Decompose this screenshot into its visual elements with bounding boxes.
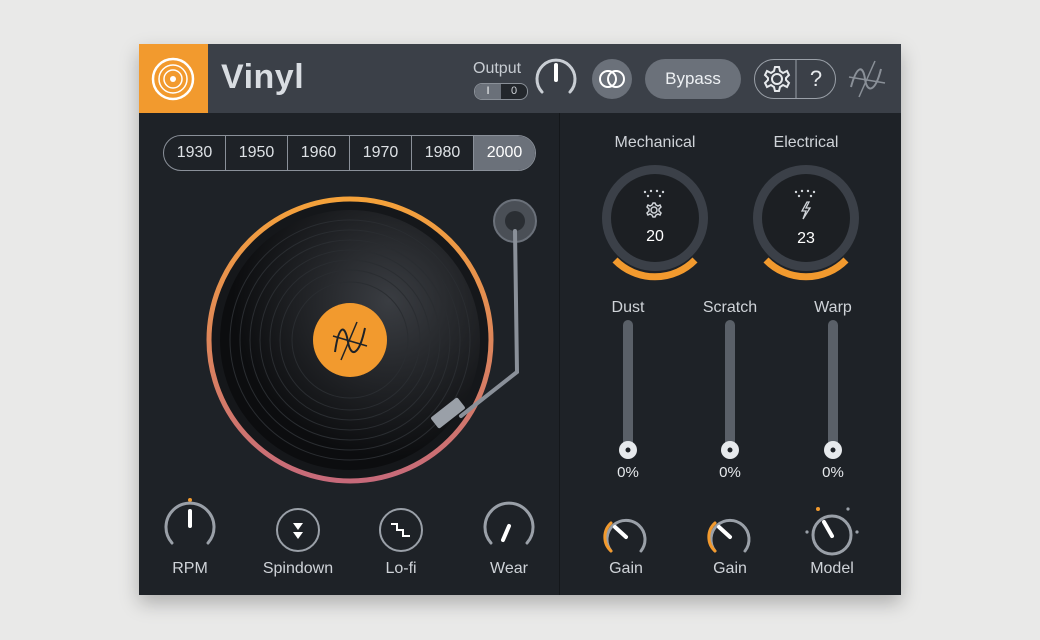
electrical-knob[interactable] bbox=[750, 162, 862, 281]
izotope-logo-icon bbox=[848, 60, 886, 98]
era-1980[interactable]: 1980 bbox=[412, 136, 474, 170]
vinyl-plugin-window: Vinyl Output I 0 Bypass ? 1930 1950 1960… bbox=[139, 44, 901, 595]
electrical-label: Electrical bbox=[773, 134, 839, 151]
era-1950[interactable]: 1950 bbox=[226, 136, 288, 170]
mechanical-label: Mechanical bbox=[614, 134, 696, 151]
output-label: Output bbox=[473, 60, 522, 77]
era-2000[interactable]: 2000 bbox=[474, 136, 535, 170]
dust-slider[interactable] bbox=[618, 320, 638, 460]
dust-label: Dust bbox=[611, 299, 645, 316]
wear-knob[interactable] bbox=[479, 495, 539, 555]
era-1960[interactable]: 1960 bbox=[288, 136, 350, 170]
group-divider bbox=[795, 59, 797, 99]
mechanical-gain-label: Gain bbox=[609, 560, 643, 577]
lofi-label: Lo-fi bbox=[385, 560, 417, 577]
header-bar: Vinyl Output I 0 Bypass ? bbox=[139, 44, 901, 113]
section-divider bbox=[559, 113, 560, 595]
mechanical-value: 20 bbox=[646, 228, 664, 245]
electrical-value: 23 bbox=[797, 230, 815, 247]
output-off-option[interactable]: 0 bbox=[501, 84, 527, 99]
stereo-link-button[interactable] bbox=[592, 59, 632, 99]
bypass-button[interactable]: Bypass bbox=[645, 59, 741, 99]
scratch-label: Scratch bbox=[702, 299, 758, 316]
spindown-label: Spindown bbox=[262, 560, 334, 577]
era-1970[interactable]: 1970 bbox=[350, 136, 412, 170]
warp-value: 0% bbox=[822, 464, 844, 481]
output-knob[interactable] bbox=[534, 58, 578, 102]
warp-slider[interactable] bbox=[823, 320, 843, 460]
vinyl-logo bbox=[139, 44, 208, 113]
era-selector: 1930 1950 1960 1970 1980 2000 bbox=[163, 135, 536, 171]
wear-label: Wear bbox=[490, 560, 528, 577]
vinyl-record[interactable] bbox=[206, 196, 494, 484]
help-button[interactable]: ? bbox=[801, 66, 831, 92]
scratch-slider[interactable] bbox=[720, 320, 740, 460]
output-mute-switch[interactable]: I 0 bbox=[474, 83, 528, 100]
rpm-label: RPM bbox=[172, 560, 208, 577]
mechanical-knob[interactable] bbox=[599, 162, 711, 281]
era-1930[interactable]: 1930 bbox=[164, 136, 226, 170]
record-logo-icon bbox=[151, 57, 195, 101]
model-knob[interactable] bbox=[802, 505, 862, 561]
scratch-value: 0% bbox=[719, 464, 741, 481]
rpm-knob[interactable] bbox=[160, 495, 220, 555]
model-label: Model bbox=[810, 560, 854, 577]
mechanical-gain-knob[interactable] bbox=[601, 511, 651, 561]
lofi-button[interactable] bbox=[378, 507, 424, 553]
turntable bbox=[206, 196, 537, 484]
warp-label: Warp bbox=[814, 299, 852, 316]
electrical-gain-knob[interactable] bbox=[705, 511, 755, 561]
dust-value: 0% bbox=[617, 464, 639, 481]
gear-icon[interactable] bbox=[756, 59, 796, 99]
spindown-button[interactable] bbox=[275, 507, 321, 553]
output-on-option[interactable]: I bbox=[475, 84, 501, 99]
app-title: Vinyl bbox=[221, 58, 305, 96]
electrical-gain-label: Gain bbox=[713, 560, 747, 577]
